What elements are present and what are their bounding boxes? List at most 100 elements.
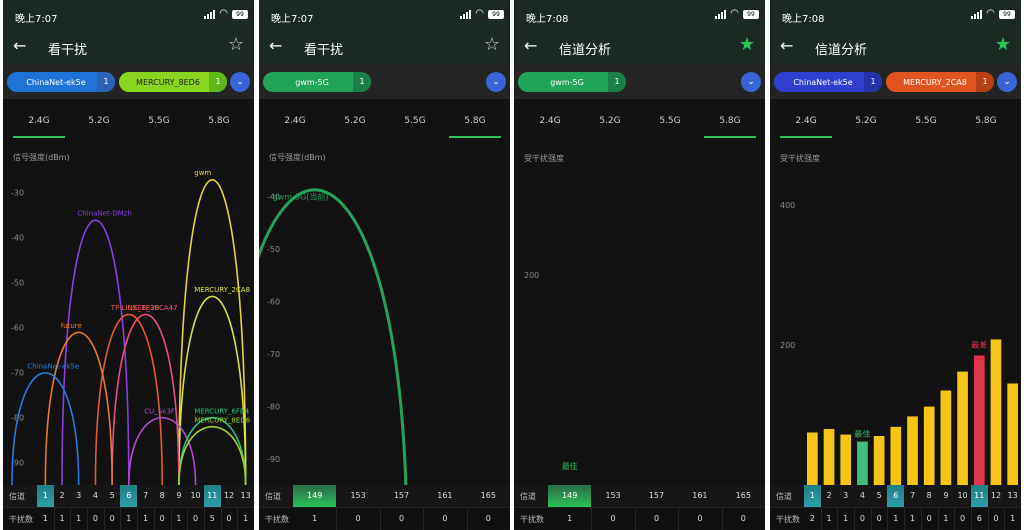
chevron-down-icon[interactable]: ⌄ <box>486 72 506 92</box>
back-arrow-icon[interactable]: ← <box>269 36 282 55</box>
channel-cell: 1 <box>804 485 821 507</box>
battery-icon: 99 <box>488 9 504 19</box>
column-divider <box>1004 508 1006 530</box>
interference-bar <box>1007 383 1018 485</box>
channel-cell: 7 <box>909 491 916 500</box>
y-tick-label: -50 <box>267 245 280 254</box>
network-chip[interactable]: gwm-5G 1 <box>518 72 626 92</box>
tab-5-8g[interactable]: 5.8G <box>700 116 760 138</box>
tab-5-5g[interactable]: 5.5G <box>896 116 956 126</box>
network-chip[interactable]: gwm-5G 1 <box>263 72 371 92</box>
channel-cell: 161 <box>437 491 453 500</box>
interference-bar <box>990 339 1002 485</box>
channel-row: 信道 1 2 3 4 5 6 7 8 9 10 11 12 13 <box>3 485 254 507</box>
interference-bar <box>940 390 952 485</box>
count-cell: 0 <box>993 514 999 523</box>
column-divider <box>937 508 939 530</box>
tab-2-4g[interactable]: 2.4G <box>9 116 69 138</box>
y-tick-label: -70 <box>11 369 24 378</box>
column-divider <box>820 508 822 530</box>
screen-channel-analysis-5g: 晚上7:08 ◠ 99 ← 信道分析 ★ gwm-5G 1 ⌄ 2.4G 5.2… <box>514 0 765 530</box>
count-cell: 0 <box>398 514 405 523</box>
tab-5-5g[interactable]: 5.5G <box>129 116 189 126</box>
chevron-down-icon[interactable]: ⌄ <box>230 72 250 92</box>
network-chip-bar: gwm-5G 1 ⌄ <box>514 65 765 99</box>
interference-bar <box>973 355 985 485</box>
count-cell: 1 <box>312 514 318 523</box>
y-tick-label: -90 <box>267 455 280 464</box>
count-cell: 0 <box>226 514 232 523</box>
app-bar: ← 看干扰 ☆ <box>259 30 510 65</box>
count-cell: 0 <box>355 514 361 523</box>
count-cell: 1 <box>567 514 573 523</box>
network-chip[interactable]: ChinaNet-ek5e 1 <box>774 72 882 92</box>
wifi-icon: ◠ <box>475 8 484 19</box>
page-title: 看干扰 <box>48 43 88 58</box>
count-cell: 1 <box>59 514 65 523</box>
tab-5-8g[interactable]: 5.8G <box>189 116 249 126</box>
network-chip[interactable]: ChinaNet-ek5e 1 <box>7 72 115 92</box>
interference-bar <box>907 416 918 485</box>
tab-5-2g[interactable]: 5.2G <box>325 116 385 126</box>
tab-5-8g[interactable]: 5.8G <box>445 116 505 138</box>
curve-label: ChinaNet-DMzh <box>77 210 131 218</box>
signal-curve <box>178 178 247 485</box>
count-cell: 0 <box>159 514 165 523</box>
channel-row-label: 信道 <box>265 492 281 501</box>
channel-cell: 13 <box>240 491 251 500</box>
curve-label: MERCURY_2CA8 <box>194 286 250 294</box>
column-divider <box>870 508 872 530</box>
tab-5-2g[interactable]: 5.2G <box>69 116 129 126</box>
tab-5-2g[interactable]: 5.2G <box>836 116 896 126</box>
screenshot-collage: 晚上7:07 ◠ 99 ← 看干扰 ☆ ChinaNet-ek5e 1 MERC… <box>0 0 1024 530</box>
count-cell: 1 <box>909 514 916 523</box>
count-cell: 0 <box>697 514 703 523</box>
count-cell: 0 <box>740 514 746 523</box>
app-bar: ← 信道分析 ★ <box>770 30 1021 65</box>
star-filled-icon[interactable]: ★ <box>995 34 1011 55</box>
page-title: 信道分析 <box>815 43 868 58</box>
count-cell: 1 <box>126 514 132 523</box>
status-bar: 晚上7:08 ◠ 99 <box>514 0 765 30</box>
column-divider <box>920 508 922 530</box>
channel-cell: 6 <box>120 485 138 507</box>
star-outline-icon[interactable]: ☆ <box>484 34 500 55</box>
back-arrow-icon[interactable]: ← <box>524 36 537 55</box>
column-divider <box>203 508 205 530</box>
interference-bar <box>823 429 835 485</box>
tab-5-2g[interactable]: 5.2G <box>580 116 640 126</box>
band-tabs: 2.4G 5.2G 5.5G 5.8G <box>770 108 1021 138</box>
channel-cell: 5 <box>109 491 115 500</box>
tab-5-8g[interactable]: 5.8G <box>956 116 1016 126</box>
column-divider <box>634 508 636 530</box>
signal-icon <box>204 9 216 19</box>
channel-cell: 157 <box>648 491 665 500</box>
chevron-down-icon[interactable]: ⌄ <box>741 72 761 92</box>
channel-row-label: 信道 <box>776 492 792 501</box>
curve-label: MERCURY_8ED6 <box>194 417 250 425</box>
channel-row: 信道 1 2 3 4 5 6 7 8 9 10 11 12 13 <box>770 485 1021 507</box>
tab-2-4g[interactable]: 2.4G <box>265 116 325 126</box>
tab-2-4g[interactable]: 2.4G <box>776 116 836 138</box>
network-chip[interactable]: MERCURY_2CA8 1 <box>886 72 994 92</box>
channel-cell: 4 <box>92 491 98 500</box>
count-cell: 1 <box>76 514 82 523</box>
chevron-down-icon[interactable]: ⌄ <box>997 72 1017 92</box>
count-cell: 0 <box>960 514 966 523</box>
back-arrow-icon[interactable]: ← <box>13 36 26 55</box>
y-tick-label: -40 <box>11 234 24 243</box>
count-row: 干扰数 2 1 1 0 0 1 1 0 1 0 6 0 1 <box>770 507 1021 530</box>
tab-2-4g[interactable]: 2.4G <box>520 116 580 126</box>
tab-5-5g[interactable]: 5.5G <box>640 116 700 126</box>
column-divider <box>87 508 89 530</box>
column-divider <box>837 508 839 530</box>
count-cell: 2 <box>809 514 815 523</box>
back-arrow-icon[interactable]: ← <box>780 36 793 55</box>
star-filled-icon[interactable]: ★ <box>739 34 755 55</box>
tab-5-5g[interactable]: 5.5G <box>385 116 445 126</box>
column-divider <box>591 508 593 530</box>
star-outline-icon[interactable]: ☆ <box>228 34 244 55</box>
interference-bar-chart: 200 最佳 <box>524 271 578 471</box>
network-chip[interactable]: MERCURY_8ED6 1 <box>119 72 227 92</box>
count-row-label: 干扰数 <box>9 515 33 524</box>
